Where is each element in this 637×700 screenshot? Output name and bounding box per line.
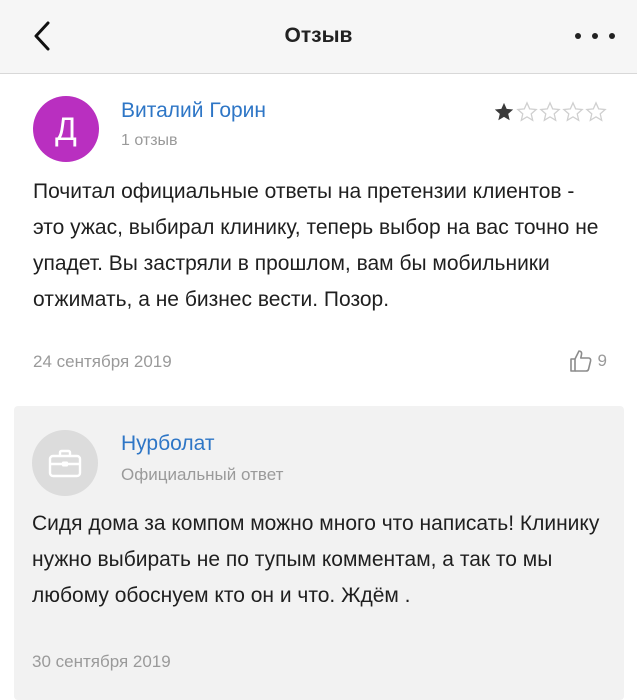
star-empty-icon <box>539 101 561 122</box>
more-horizontal-icon <box>575 33 581 39</box>
star-empty-icon <box>562 101 584 122</box>
page-title: Отзыв <box>284 24 353 47</box>
more-button[interactable] <box>575 24 615 48</box>
review-author[interactable]: Виталий Горин <box>121 99 266 123</box>
briefcase-icon <box>48 449 82 478</box>
rating-stars <box>493 101 607 123</box>
reply-role-label: Официальный ответ <box>121 465 284 484</box>
star-empty-icon <box>516 101 538 122</box>
top-bar: Отзыв <box>0 0 637 74</box>
avatar[interactable] <box>32 430 98 496</box>
avatar[interactable]: Д <box>33 96 99 162</box>
review-date: 24 сентября 2019 <box>33 352 172 371</box>
reply-text: Сидя дома за компом можно много что напи… <box>32 512 600 607</box>
author-reviews-count: 1 отзыв <box>121 132 178 149</box>
reply-author[interactable]: Нурболат <box>121 432 214 456</box>
review-card: Д Виталий Горин 1 отзыв Почитал официаль… <box>0 74 637 392</box>
review-text: Почитал официальные ответы на претензии … <box>33 180 599 311</box>
star-filled-icon <box>494 102 514 121</box>
thumbs-up-icon <box>569 350 592 372</box>
likes-count: 9 <box>597 351 607 370</box>
official-reply-card: Нурболат Официальный ответ Сидя дома за … <box>14 406 624 700</box>
like-button[interactable]: 9 <box>568 348 607 374</box>
star-empty-icon <box>585 101 607 122</box>
reply-date: 30 сентября 2019 <box>32 652 171 671</box>
